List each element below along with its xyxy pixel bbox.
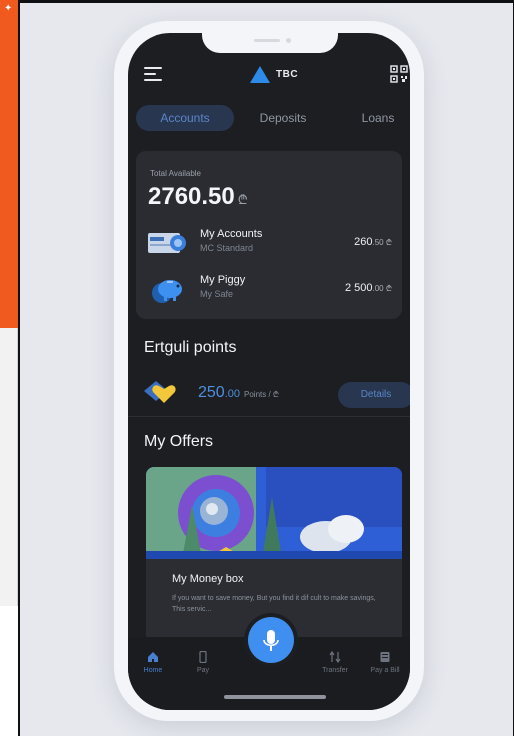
account-subtitle: My Safe	[200, 289, 234, 299]
sparkle-icon: ✦	[4, 3, 13, 14]
account-subtitle: MC Standard	[200, 243, 254, 253]
account-amount-fraction: .00 ₾	[372, 284, 392, 293]
account-row-my-piggy[interactable]: My Piggy My Safe 2 500.00 ₾	[146, 271, 402, 305]
nav-label: Transfer	[322, 667, 348, 674]
top-bar: TBC	[128, 61, 410, 87]
points-section: Ertguli points 250.00 Points / ₾ Details	[128, 333, 410, 433]
nav-transfer[interactable]: Transfer	[310, 651, 360, 674]
white-block	[0, 606, 18, 736]
account-amount-main: 2 500	[344, 282, 373, 294]
nav-label: Pay	[196, 667, 210, 674]
points-amount-fraction: .00	[224, 388, 240, 400]
points-unit: Points / ₾	[244, 390, 280, 399]
phone-notch	[202, 33, 338, 53]
transfer-icon	[329, 651, 341, 663]
balance-card: Total Available 2760.50 ₾ My Accounts MC …	[136, 151, 402, 319]
total-available-label: Total Available	[150, 169, 201, 178]
account-amount-fraction: .50 ₾	[372, 238, 392, 247]
background-left-panel: ✦	[0, 0, 18, 736]
phone-frame: TBC Accounts Deposits Loans Total Availa…	[114, 21, 424, 721]
logo-triangle-icon	[250, 65, 270, 83]
money-box-illustration	[146, 467, 402, 559]
offer-title: My Money box	[172, 573, 244, 585]
offer-description: If you want to save money, But you find …	[172, 595, 376, 613]
points-heart-icon	[144, 381, 176, 403]
details-button[interactable]: Details	[338, 382, 410, 408]
speaker-grille	[254, 39, 280, 42]
menu-icon[interactable]	[144, 67, 162, 81]
offers-title: My Offers	[144, 433, 214, 450]
nav-pay[interactable]: Pay	[178, 651, 228, 674]
logo-text: TBC	[276, 68, 299, 80]
points-title: Ertguli points	[144, 339, 237, 356]
phone-icon	[199, 651, 207, 663]
voice-assistant-button[interactable]	[248, 617, 294, 663]
qr-code-icon[interactable]	[390, 65, 408, 83]
currency-symbol: ₾	[237, 192, 248, 207]
nav-label: Home	[143, 667, 163, 674]
total-amount-value: 2760.50	[148, 183, 235, 210]
account-amount-main: 260	[354, 236, 373, 248]
bank-card-icon	[148, 233, 186, 253]
tab-deposits[interactable]: Deposits	[246, 105, 320, 131]
account-title: My Accounts	[200, 228, 263, 240]
presentation-stage: TBC Accounts Deposits Loans Total Availa…	[20, 3, 513, 736]
piggy-bank-icon	[152, 280, 182, 303]
points-amount-main: 250	[198, 384, 225, 401]
nav-home[interactable]: Home	[128, 651, 178, 674]
account-title: My Piggy	[200, 274, 246, 286]
section-divider	[128, 416, 410, 417]
offers-section: My Offers	[128, 427, 410, 457]
front-camera	[286, 38, 291, 43]
account-amount: 2 500.00 ₾	[345, 282, 392, 294]
app-screen: TBC Accounts Deposits Loans Total Availa…	[128, 33, 410, 710]
microphone-icon	[263, 630, 279, 651]
home-indicator[interactable]	[224, 695, 326, 699]
orange-banner: ✦	[0, 0, 18, 328]
nav-label: Pay a Bill	[370, 667, 400, 674]
nav-pay-a-bill[interactable]: Pay a Bill	[360, 651, 410, 674]
home-icon	[148, 652, 158, 662]
tab-loans[interactable]: Loans	[350, 105, 406, 131]
tab-accounts[interactable]: Accounts	[136, 105, 234, 131]
account-amount: 260.50 ₾	[354, 236, 392, 248]
points-amount: 250.00 Points / ₾	[198, 384, 279, 402]
app-logo: TBC	[250, 64, 298, 84]
account-row-my-accounts[interactable]: My Accounts MC Standard 260.50 ₾	[146, 225, 402, 259]
total-amount: 2760.50 ₾	[148, 183, 248, 211]
account-tabs: Accounts Deposits Loans	[128, 103, 410, 133]
bill-icon	[380, 652, 390, 662]
